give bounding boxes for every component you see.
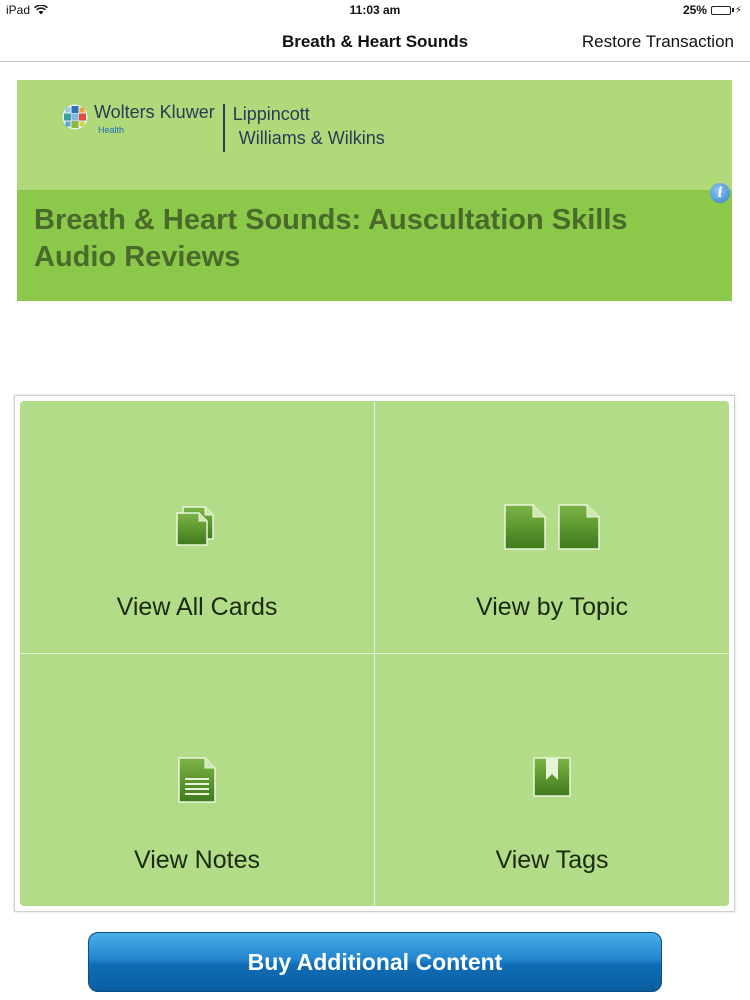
view-by-topic-button[interactable]: View by Topic xyxy=(375,401,729,653)
restore-transaction-button[interactable]: Restore Transaction xyxy=(582,32,734,52)
tile-label: View Notes xyxy=(134,846,260,874)
charging-icon: ⚡ xyxy=(734,4,742,16)
document-icon xyxy=(558,504,600,550)
tile-label: View Tags xyxy=(495,846,609,874)
wolters-kluwer-logo-icon xyxy=(62,104,88,130)
status-right: 25% ⚡ xyxy=(683,3,742,17)
product-banner: Wolters Kluwer Health Lippincott William… xyxy=(17,80,732,301)
tile-label: View All Cards xyxy=(116,593,278,621)
logo-health: Health xyxy=(98,125,125,135)
publisher-logo: Wolters Kluwer Health Lippincott William… xyxy=(62,102,385,152)
status-bar: iPad 11:03 am 25% ⚡ xyxy=(0,0,750,22)
product-title: Breath & Heart Sounds: Auscultation Skil… xyxy=(34,204,628,273)
tile-label: View by Topic xyxy=(476,593,628,621)
navigation-bar: Breath & Heart Sounds Restore Transactio… xyxy=(0,22,750,62)
view-notes-button[interactable]: View Notes xyxy=(20,654,374,906)
document-icon xyxy=(504,504,546,550)
battery-percent: 25% xyxy=(682,3,707,17)
view-all-cards-button[interactable]: View All Cards xyxy=(20,401,374,653)
stacked-cards-icon xyxy=(176,506,214,546)
status-time: 11:03 am xyxy=(349,3,401,17)
info-icon[interactable]: i xyxy=(710,183,730,203)
logo-wolters-kluwer: Wolters Kluwer xyxy=(94,102,215,122)
logo-williams-wilkins: Williams & Wilkins xyxy=(238,128,385,148)
view-tags-button[interactable]: View Tags xyxy=(375,654,729,906)
battery-icon: ⚡ xyxy=(710,4,742,16)
buy-additional-content-button[interactable]: Buy Additional Content xyxy=(88,932,662,992)
logo-lippincott: Lippincott xyxy=(232,104,310,124)
bookmark-tag-icon xyxy=(533,757,571,797)
logo-divider xyxy=(222,104,225,152)
menu-grid: View All Cards View by Topic View Notes … xyxy=(14,395,735,912)
note-document-icon xyxy=(178,757,216,803)
